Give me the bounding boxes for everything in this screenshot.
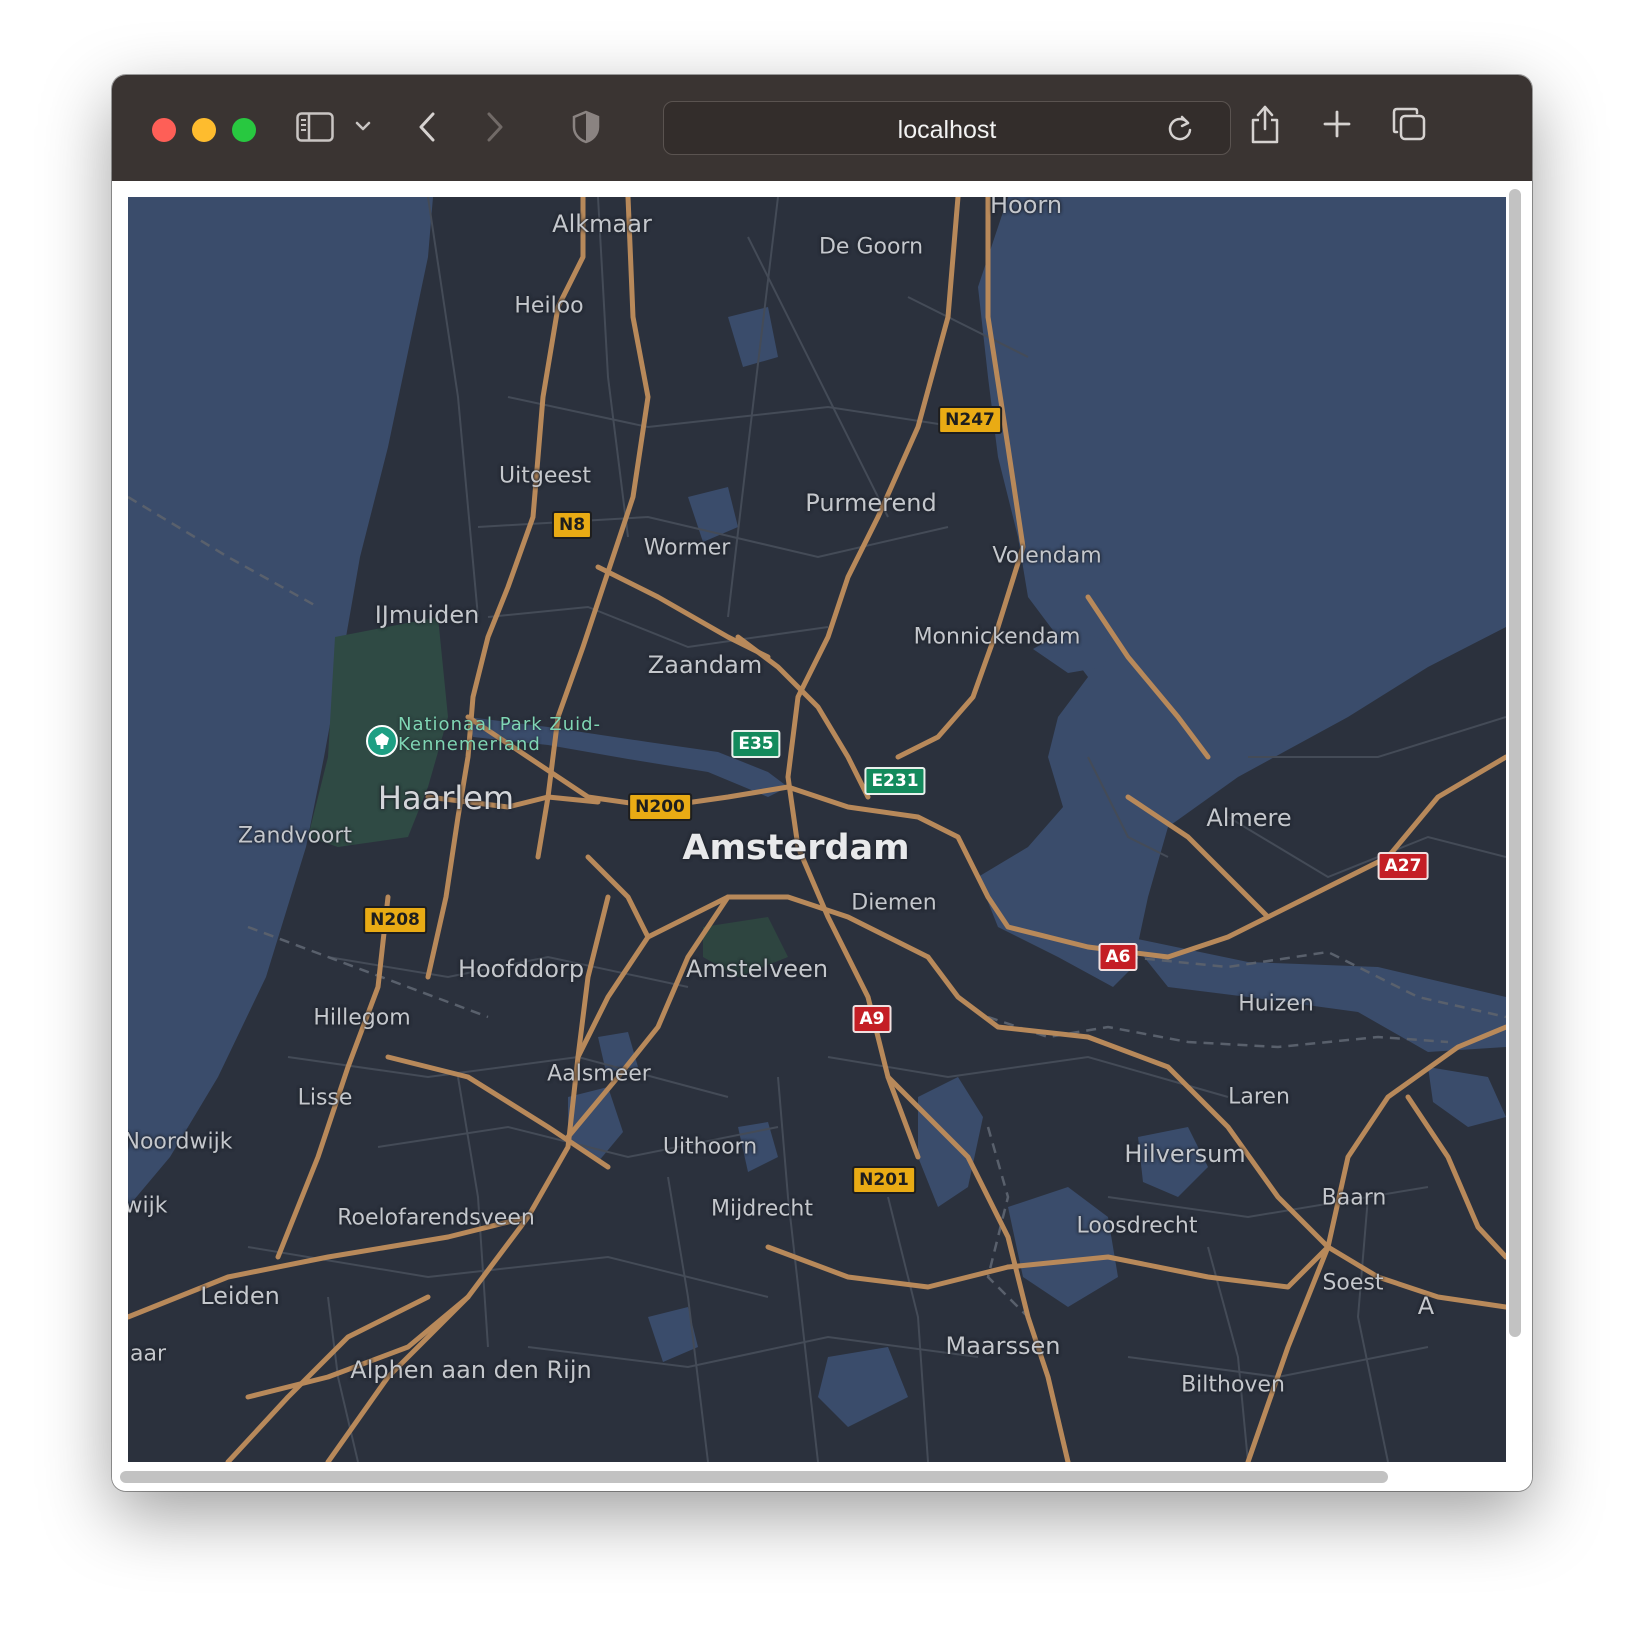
place-label-alphen-aan-den-rijn: Alphen aan den Rijn — [350, 1356, 592, 1384]
road-shield-e231: E231 — [864, 767, 926, 795]
vertical-scrollbar[interactable] — [1509, 189, 1521, 1337]
place-label-uithoorn: Uithoorn — [662, 1134, 758, 1160]
place-label-aar: aar — [129, 1341, 167, 1367]
map-canvas[interactable]: Alkmaar Hoorn De Goorn Heiloo Uitgeest P… — [128, 197, 1506, 1462]
road-shield-n8: N8 — [551, 511, 593, 539]
place-label-roelofarendsveen: Roelofarendsveen — [337, 1205, 535, 1231]
share-icon[interactable] — [1247, 101, 1283, 147]
place-label-volendam: Volendam — [992, 543, 1102, 569]
road-shield-n201: N201 — [852, 1166, 916, 1194]
browser-toolbar: localhost — [112, 75, 1532, 181]
horizontal-scrollbar[interactable] — [120, 1471, 1388, 1483]
place-label-hilversum: Hilversum — [1124, 1140, 1246, 1168]
reload-icon[interactable] — [1164, 112, 1196, 144]
place-label-heiloo: Heiloo — [514, 293, 584, 319]
place-label-leiden: Leiden — [200, 1282, 280, 1310]
place-label-lisse: Lisse — [297, 1085, 353, 1111]
place-label-uitgeest: Uitgeest — [499, 463, 591, 489]
place-label-wormer: Wormer — [643, 535, 731, 561]
chevron-right-icon[interactable] — [480, 107, 510, 147]
place-label-hoorn: Hoorn — [989, 197, 1063, 219]
close-window-button[interactable] — [152, 118, 176, 142]
road-shield-a27: A27 — [1377, 852, 1429, 880]
road-shield-e35: E35 — [731, 730, 781, 758]
park-label[interactable]: Nationaal Park Zuid- Kennemerland — [398, 715, 601, 755]
zoom-window-button[interactable] — [232, 118, 256, 142]
place-label-a-edge: A — [1417, 1292, 1435, 1320]
address-text: localhost — [897, 116, 997, 144]
place-label-zaandam: Zaandam — [647, 651, 763, 679]
place-label-baarn: Baarn — [1321, 1185, 1387, 1211]
park-label-line2: Kennemerland — [398, 734, 541, 755]
place-label-purmerend: Purmerend — [805, 489, 937, 517]
park-label-line1: Nationaal Park Zuid- — [398, 714, 602, 735]
park-icon[interactable] — [366, 725, 398, 757]
place-label-haarlem: Haarlem — [377, 779, 515, 817]
sidebar-icon[interactable] — [295, 109, 335, 145]
address-bar[interactable]: localhost — [663, 101, 1231, 155]
place-label-diemen: Diemen — [851, 890, 937, 916]
road-shield-n200: N200 — [628, 793, 692, 821]
place-label-loosdrecht: Loosdrecht — [1076, 1213, 1198, 1239]
place-label-monnickendam: Monnickendam — [913, 624, 1081, 650]
browser-window: localhost Alkmaar Hoorn De Goorn Heiloo … — [112, 75, 1532, 1491]
road-shield-n208: N208 — [363, 906, 427, 934]
place-label-laren: Laren — [1228, 1084, 1290, 1110]
plus-icon[interactable] — [1320, 107, 1354, 141]
place-label-huizen: Huizen — [1238, 991, 1314, 1017]
place-label-soest: Soest — [1322, 1270, 1384, 1296]
road-shield-n247: N247 — [938, 406, 1002, 434]
shield-icon[interactable] — [570, 107, 602, 147]
place-label-hillegom: Hillegom — [313, 1005, 411, 1031]
place-label-noordwijk: Noordwijk — [128, 1129, 233, 1155]
tab-overview-icon[interactable] — [1390, 105, 1428, 143]
place-label-amstelveen: Amstelveen — [685, 955, 829, 983]
place-label-mijdrecht: Mijdrecht — [711, 1196, 813, 1222]
chevron-down-icon[interactable] — [352, 115, 374, 137]
place-label-almere: Almere — [1206, 804, 1292, 832]
place-label-zandvoort: Zandvoort — [237, 823, 353, 849]
place-label-wijk: wijk — [128, 1193, 168, 1219]
minimize-window-button[interactable] — [192, 118, 216, 142]
place-label-alkmaar: Alkmaar — [552, 210, 652, 238]
place-label-maarssen: Maarssen — [945, 1332, 1061, 1360]
place-label-hoofddorp: Hoofddorp — [457, 955, 585, 983]
place-label-amsterdam: Amsterdam — [682, 828, 910, 868]
road-shield-a9: A9 — [852, 1005, 892, 1033]
place-label-ijmuiden: IJmuiden — [374, 601, 480, 629]
place-label-bilthoven: Bilthoven — [1181, 1372, 1285, 1398]
road-shield-a6: A6 — [1098, 943, 1138, 971]
place-label-aalsmeer: Aalsmeer — [547, 1061, 651, 1087]
page-content: Alkmaar Hoorn De Goorn Heiloo Uitgeest P… — [112, 181, 1532, 1491]
chevron-left-icon[interactable] — [412, 107, 442, 147]
place-label-de-goorn: De Goorn — [818, 234, 924, 260]
